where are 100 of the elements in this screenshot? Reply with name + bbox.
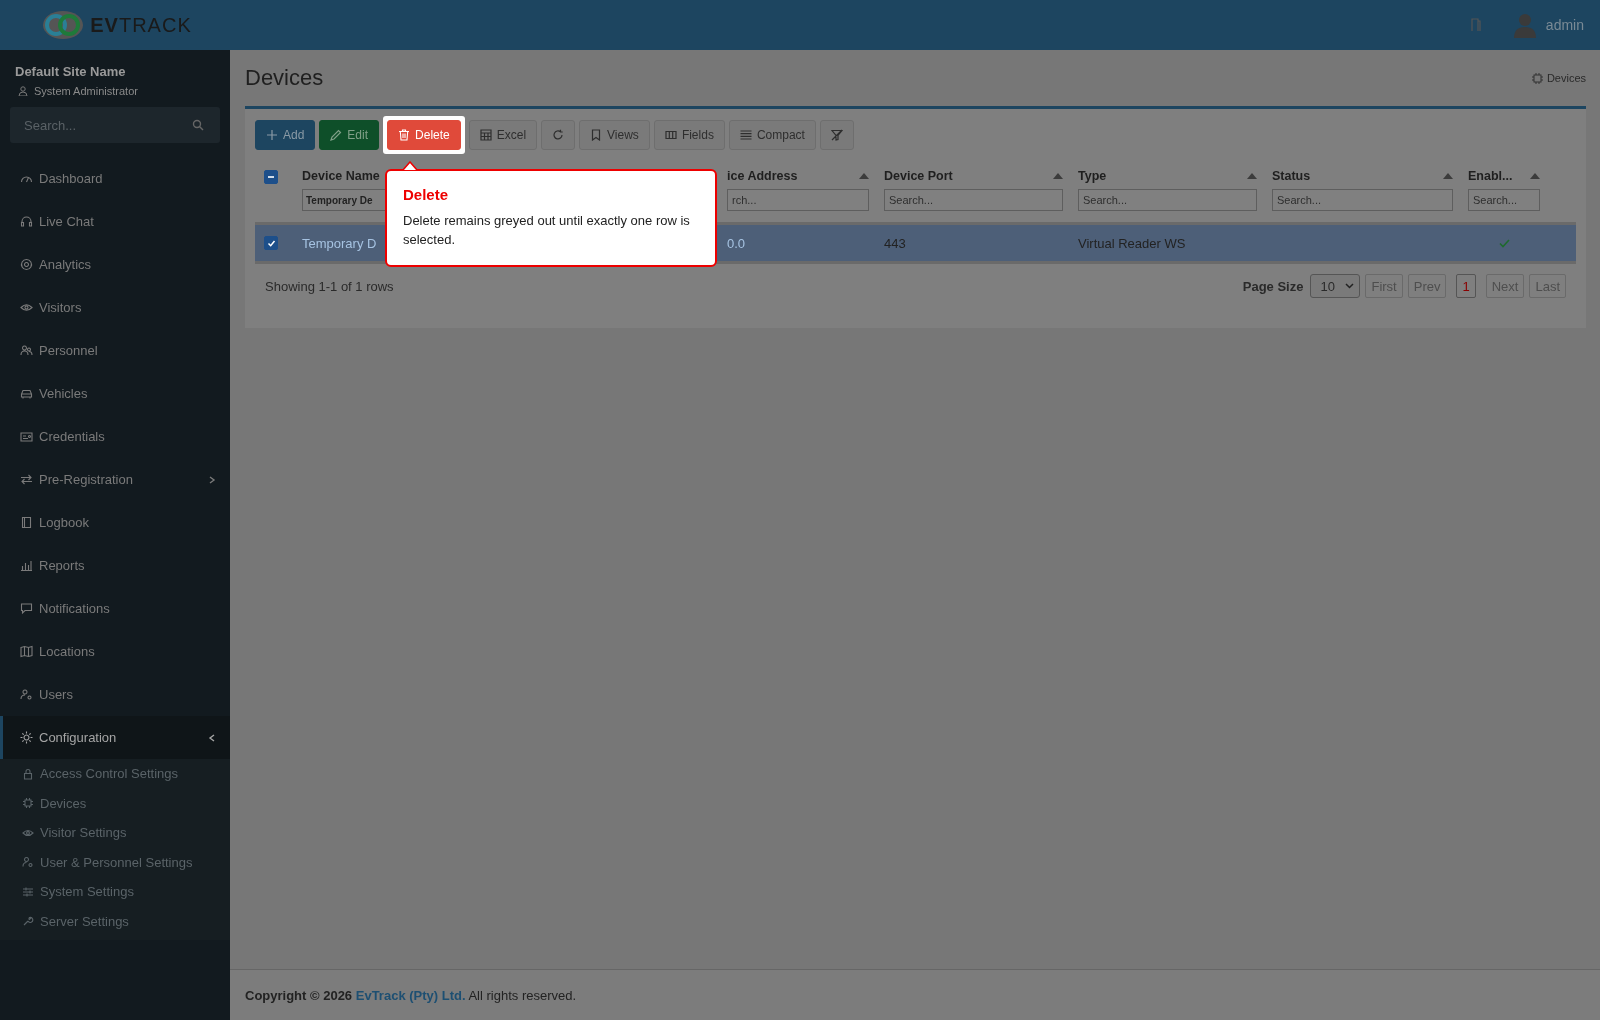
row-checkbox[interactable] [264,236,278,250]
car-icon [20,387,33,400]
role-label: System Administrator [34,85,138,97]
filter-field[interactable]: Search... [1272,189,1453,211]
table-cell: 0.0 [727,235,746,251]
wrench-icon [22,915,34,928]
filter-field[interactable]: Search... [1078,189,1257,211]
sort-icon[interactable] [1530,173,1540,179]
user-gear-icon [20,688,33,701]
page-size-label: Page Size [1242,278,1304,294]
sidebar-item[interactable]: Analytics [0,243,230,286]
sidebar-item[interactable]: Dashboard [0,157,230,200]
table-cell: 443 [884,235,906,251]
copyright-text: Copyright © 2026 EvTrack (Pty) Ltd. All rights reserved. [245,987,577,1003]
submenu-item[interactable]: Server Settings [0,906,230,936]
device-name-link[interactable]: Temporary D [302,235,377,251]
filter-field[interactable]: rch... [727,189,869,211]
select-all-checkbox[interactable] [264,170,278,184]
column-header[interactable]: Status [1272,169,1311,183]
toolbar-button[interactable] [541,120,576,150]
columns-icon [664,129,677,141]
sidebar-item[interactable]: Credentials [0,415,230,458]
eye-icon [20,301,33,314]
people-icon [20,344,33,357]
search-icon[interactable] [192,119,204,131]
chart-icon [20,559,33,572]
column-header[interactable]: Enabl... [1468,169,1513,183]
filter-field[interactable]: Search... [884,189,1063,211]
sidebar-item[interactable]: Configuration [0,716,230,759]
submenu-item[interactable]: User & Personnel Settings [0,847,230,877]
submenu-item[interactable]: System Settings [0,877,230,907]
toolbar-button[interactable]: Add [255,120,316,150]
pagination-button[interactable]: 1 [1456,274,1476,298]
id-card-icon [20,430,33,443]
toolbar-button[interactable]: Excel [468,120,538,150]
rows-summary: Showing 1-1 of 1 rows [265,278,394,294]
user-icon [18,86,28,96]
refresh-icon [552,129,565,141]
user-gear-icon [22,856,34,869]
toolbar-button[interactable]: Fields [653,120,725,150]
book-icon [20,516,33,529]
logo-text: EVTRACK [90,13,192,37]
sidebar-item[interactable]: Live Chat [0,200,230,243]
swap-arrows-icon [20,473,33,486]
map-icon [20,645,33,658]
pencil-icon [330,129,343,141]
filter-off-icon [830,129,843,141]
lines-icon [739,129,752,141]
table-cell: Virtual Reader WS [1078,235,1186,251]
bookmark-icon [590,129,603,141]
plus-icon [266,129,278,141]
sidebar-item[interactable]: Locations [0,630,230,673]
headset-icon [20,215,33,228]
page-title: Devices [245,65,324,91]
target-icon [20,258,33,271]
company-link[interactable]: EvTrack (Pty) Ltd. [355,987,466,1003]
page-size-select[interactable]: 10 [1310,274,1361,298]
user-name[interactable]: admin [1545,17,1584,33]
chip-icon [22,797,34,810]
toolbar-button[interactable] [819,120,854,150]
sidebar-item[interactable]: Pre-Registration [0,458,230,501]
chip-icon [1531,72,1543,84]
caret-icon [1345,283,1355,289]
table-icon [479,129,492,141]
toolbar-button[interactable]: Compact [728,120,816,150]
filter-field[interactable]: Temporary De [302,189,386,211]
lock-icon [22,767,34,780]
gear-icon [20,731,33,744]
submenu-item[interactable]: Access Control Settings [0,759,230,789]
toolbar-button[interactable]: Edit [319,120,380,150]
checkmark-icon [266,238,276,248]
sort-icon[interactable] [1053,173,1063,179]
sidebar-item[interactable]: Notifications [0,587,230,630]
sidebar-item[interactable]: Users [0,673,230,716]
breadcrumb-item[interactable]: Devices [1546,72,1586,84]
message-icon [20,602,33,615]
sliders-icon [22,885,34,898]
search-field[interactable]: Search... [10,107,220,143]
column-header[interactable]: Type [1078,169,1107,183]
toolbar-button[interactable]: Delete [387,120,461,150]
site-name: Default Site Name [14,64,127,79]
sort-icon[interactable] [1247,173,1257,179]
filter-field[interactable]: Search... [1468,189,1540,211]
sidebar-item[interactable]: Visitors [0,286,230,329]
avatar-icon [1511,12,1538,38]
sort-icon[interactable] [859,173,869,179]
sidebar-item[interactable]: Logbook [0,501,230,544]
toolbar-button[interactable]: Views [579,120,650,150]
column-header[interactable]: Device Name [302,169,380,183]
column-header[interactable]: Device Port [884,169,953,183]
sidebar-item[interactable]: Personnel [0,329,230,372]
minus-icon [267,173,275,181]
submenu-item[interactable]: Visitor Settings [0,818,230,848]
submenu-item[interactable]: Devices [0,788,230,818]
column-header[interactable]: ice Address [727,169,798,183]
popover-title: Delete [403,186,450,203]
sidebar-item[interactable]: Reports [0,544,230,587]
trash-icon [398,129,411,141]
sidebar-item[interactable]: Vehicles [0,372,230,415]
sort-icon[interactable] [1443,173,1453,179]
